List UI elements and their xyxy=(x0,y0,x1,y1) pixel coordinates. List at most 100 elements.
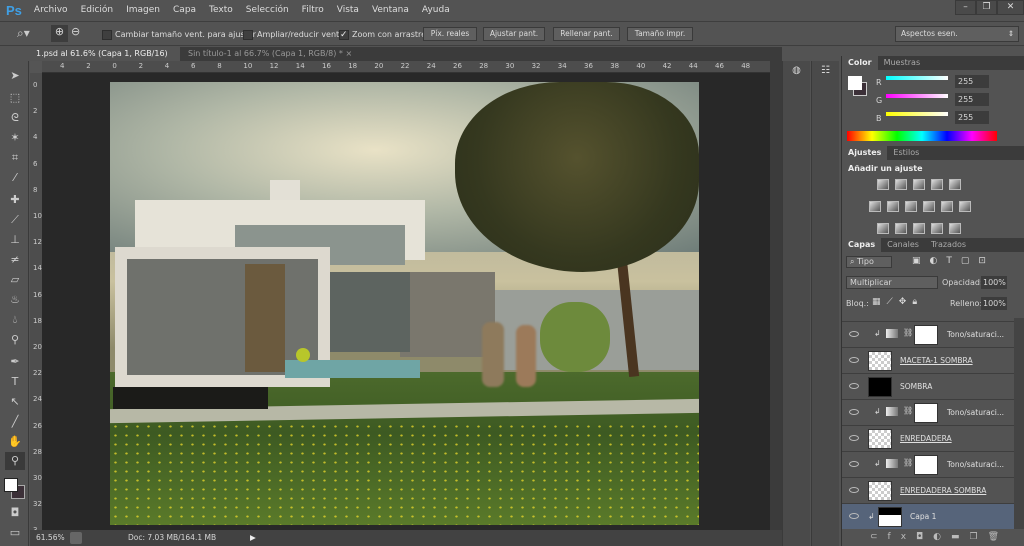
foreground-color-swatch[interactable] xyxy=(4,478,18,492)
eraser-tool-icon[interactable]: ▱ xyxy=(5,271,25,289)
fit-screen-button[interactable]: Ajustar pant. xyxy=(483,27,545,41)
color-foreground-swatch[interactable] xyxy=(848,76,862,90)
layer-name[interactable]: Tono/saturaci... xyxy=(947,330,1004,339)
posterize-icon[interactable] xyxy=(895,223,907,234)
menu-vista[interactable]: Vista xyxy=(337,5,359,15)
layer-mask-thumbnail[interactable] xyxy=(914,325,938,345)
tab-color[interactable]: Color xyxy=(842,56,878,70)
visibility-eye-icon[interactable] xyxy=(849,487,859,493)
color-balance-icon[interactable] xyxy=(887,201,899,212)
menu-ventana[interactable]: Ventana xyxy=(372,5,409,15)
menu-archivo[interactable]: Archivo xyxy=(34,5,68,15)
menu-capa[interactable]: Capa xyxy=(173,5,196,15)
link-icon[interactable]: ⛓ xyxy=(903,406,913,415)
quick-mask-icon[interactable]: ◘ xyxy=(5,504,25,522)
r-slider[interactable] xyxy=(886,76,948,80)
close-button[interactable]: ✕ xyxy=(997,0,1024,15)
visibility-eye-icon[interactable] xyxy=(849,331,859,337)
status-menu-arrow-icon[interactable]: ▶ xyxy=(250,530,256,546)
canvas-scrollbar[interactable] xyxy=(770,61,782,530)
lock-icons[interactable]: ▦⟋✥🔒︎ xyxy=(872,297,923,307)
minimize-button[interactable]: – xyxy=(955,0,976,15)
levels-icon[interactable] xyxy=(895,179,907,190)
visibility-eye-icon[interactable] xyxy=(849,435,859,441)
visibility-eye-icon[interactable] xyxy=(849,409,859,415)
layer-row[interactable]: ENREDADERA SOMBRA xyxy=(842,478,1014,504)
layer-name[interactable]: ENREDADERA xyxy=(900,434,952,443)
b-value[interactable]: 255 xyxy=(955,111,989,124)
zoom-level[interactable]: 61.56% xyxy=(36,530,65,546)
actual-pixels-button[interactable]: Píx. reales xyxy=(423,27,477,41)
blend-mode-select[interactable]: Multiplicar xyxy=(846,276,938,289)
layer-thumbnail[interactable] xyxy=(868,351,892,371)
layer-row[interactable]: ↲ ⛓ Tono/saturaci... xyxy=(842,452,1014,478)
layer-name[interactable]: Tono/saturaci... xyxy=(947,460,1004,469)
link-icon[interactable]: ⛓ xyxy=(903,458,913,467)
type-tool-icon[interactable]: T xyxy=(5,373,25,391)
eyedropper-tool-icon[interactable]: ⁄ xyxy=(5,169,25,187)
tab-document-1[interactable]: 1.psd al 61.6% (Capa 1, RGB/16) * × xyxy=(30,47,180,72)
zoom-tool-icon[interactable]: ⚲ xyxy=(5,452,25,470)
g-value[interactable]: 255 xyxy=(955,93,989,106)
r-value[interactable]: 255 xyxy=(955,75,989,88)
photo-filter-icon[interactable] xyxy=(923,201,935,212)
ruler-origin[interactable] xyxy=(30,61,42,73)
zoom-all-checkbox[interactable] xyxy=(243,30,253,40)
move-tool-icon[interactable]: ➤ xyxy=(5,67,25,85)
layer-row[interactable]: ↲ ⛓ Tono/saturaci... xyxy=(842,400,1014,426)
channel-mixer-icon[interactable] xyxy=(941,201,953,212)
brightness-icon[interactable] xyxy=(877,179,889,190)
color-spectrum[interactable] xyxy=(847,131,997,141)
layer-thumbnail[interactable] xyxy=(878,507,902,527)
menu-filtro[interactable]: Filtro xyxy=(302,5,324,15)
tab-capas[interactable]: Capas xyxy=(842,238,882,252)
document-canvas[interactable] xyxy=(110,82,699,525)
healing-brush-tool-icon[interactable]: ✚ xyxy=(5,191,25,209)
crop-tool-icon[interactable]: ⌗ xyxy=(5,149,25,167)
fill-input[interactable]: 100% xyxy=(981,297,1007,310)
visibility-eye-icon[interactable] xyxy=(849,383,859,389)
layer-row[interactable]: MACETA-1 SOMBRA xyxy=(842,348,1014,374)
invert-icon[interactable] xyxy=(877,223,889,234)
print-size-button[interactable]: Tamaño impr. xyxy=(627,27,693,41)
layer-row[interactable]: ENREDADERA xyxy=(842,426,1014,452)
menu-edicion[interactable]: Edición xyxy=(81,5,114,15)
layer-name[interactable]: MACETA-1 SOMBRA xyxy=(900,356,973,365)
menu-ayuda[interactable]: Ayuda xyxy=(422,5,450,15)
screen-mode-icon[interactable]: ▭ xyxy=(5,524,25,542)
close-tab-icon[interactable]: × xyxy=(345,49,352,58)
tab-trazados[interactable]: Trazados xyxy=(925,238,972,252)
b-slider[interactable] xyxy=(886,112,948,116)
resize-windows-checkbox[interactable] xyxy=(102,30,112,40)
layer-row[interactable]: SOMBRA xyxy=(842,374,1014,400)
paint-bucket-tool-icon[interactable]: ♨ xyxy=(5,291,25,309)
scrubby-zoom-checkbox[interactable]: ✓ xyxy=(339,30,349,40)
restore-button[interactable]: ❐ xyxy=(976,0,997,15)
menu-texto[interactable]: Texto xyxy=(209,5,233,15)
g-slider[interactable] xyxy=(886,94,948,98)
line-tool-icon[interactable]: ╱ xyxy=(5,413,25,431)
share-icon[interactable] xyxy=(70,532,82,544)
layers-scrollbar[interactable] xyxy=(1014,318,1024,529)
zoom-in-icon[interactable]: ⊕ xyxy=(51,25,68,42)
zoom-tool-preset-icon[interactable]: ⌕▾ xyxy=(17,26,30,41)
pen-tool-icon[interactable]: ✒ xyxy=(5,353,25,371)
blur-tool-icon[interactable]: 💧︎ xyxy=(5,311,25,329)
layer-thumbnail[interactable] xyxy=(868,377,892,397)
history-brush-tool-icon[interactable]: ≠ xyxy=(5,251,25,269)
layer-name[interactable]: ENREDADERA SOMBRA xyxy=(900,486,986,495)
lasso-tool-icon[interactable]: ᘓ xyxy=(5,109,25,127)
layer-mask-thumbnail[interactable] xyxy=(914,403,938,423)
layer-name[interactable]: Tono/saturaci... xyxy=(947,408,1004,417)
menu-seleccion[interactable]: Selección xyxy=(246,5,289,15)
layer-row[interactable]: ↲ ⛓ Tono/saturaci... xyxy=(842,322,1014,348)
selective-color-icon[interactable] xyxy=(931,223,943,234)
layer-mask-thumbnail[interactable] xyxy=(914,455,938,475)
layer-name[interactable]: SOMBRA xyxy=(900,382,932,391)
magic-wand-tool-icon[interactable]: ✶ xyxy=(5,129,25,147)
actions-panel-icon[interactable]: ☷ xyxy=(816,65,835,76)
hue-saturation-icon[interactable] xyxy=(869,201,881,212)
dodge-tool-icon[interactable]: ⚲ xyxy=(5,331,25,349)
marquee-tool-icon[interactable]: ⬚ xyxy=(5,89,25,107)
tab-document-2[interactable]: Sin título-1 al 66.7% (Capa 1, RGB/8) * … xyxy=(182,47,358,61)
